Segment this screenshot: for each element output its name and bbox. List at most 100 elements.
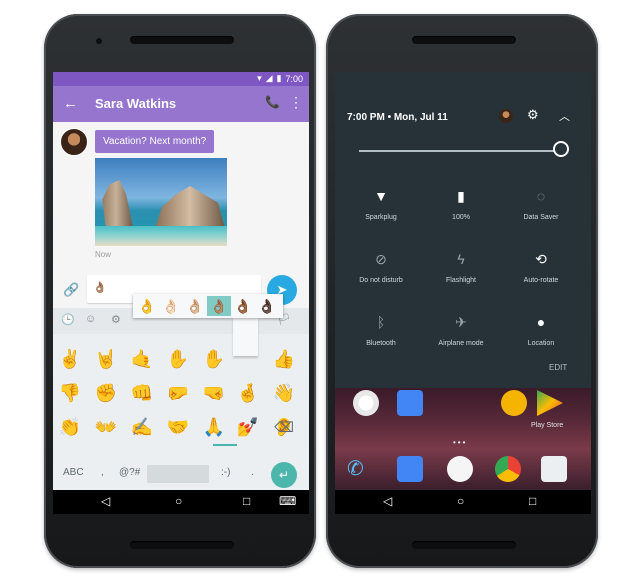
wifi-status-icon: ▾	[257, 73, 262, 83]
tile-label: Data Saver	[523, 214, 559, 221]
camera-app-icon[interactable]	[541, 456, 567, 482]
emoji-key[interactable]: 🤙	[127, 344, 157, 374]
emoji-key[interactable]: 🤛	[163, 378, 193, 408]
messages-app-icon[interactable]	[397, 456, 423, 482]
top-speaker	[412, 36, 516, 44]
emoji-row: ✌ 🤘 🤙 ✋ ✋ 👍	[53, 344, 309, 378]
bottom-speaker	[412, 541, 516, 549]
more-options-icon[interactable]: ⋮	[289, 94, 303, 111]
left-screen: ▾ ◢ ▮ 7:00 ← Sara Watkins 📞 ⋮ Vacation? …	[53, 72, 309, 514]
tile-location[interactable]: ● Location	[501, 314, 581, 364]
space-bar[interactable]	[147, 465, 209, 483]
emoji-key[interactable]: ✋	[199, 344, 229, 374]
emoji-key[interactable]: 🙏	[199, 412, 229, 442]
brightness-knob[interactable]	[553, 141, 569, 157]
emoji-row: 👎 ✊ 👊 🤛 🤜 🤞 👋	[53, 378, 309, 412]
skin-tone-option[interactable]: 👌🏻	[159, 296, 183, 316]
home-nav-icon[interactable]: ○	[175, 494, 182, 508]
emoji-key[interactable]: 🤝	[163, 412, 193, 442]
emoji-key[interactable]: 👋	[269, 378, 299, 408]
emoji-key[interactable]: 👊	[127, 378, 157, 408]
emoji-key[interactable]: ✋	[163, 344, 193, 374]
back-nav-icon[interactable]: ◁	[383, 494, 392, 508]
tile-label: Bluetooth	[366, 340, 396, 347]
emoji-key[interactable]: 🤘	[91, 344, 121, 374]
app-drawer-icon[interactable]	[447, 456, 473, 482]
rock-right	[155, 186, 225, 228]
recents-nav-icon[interactable]: □	[243, 494, 250, 508]
battery-icon: ▮	[457, 188, 465, 204]
emoji-key[interactable]: ✊	[91, 378, 121, 408]
play-store-label: Play Store	[531, 422, 564, 429]
phone-app-icon[interactable]: ✆	[347, 456, 373, 482]
emoji-key[interactable]: 👏	[55, 412, 85, 442]
emoji-key[interactable]: ✍	[127, 412, 157, 442]
symbols-key[interactable]: @?#	[119, 467, 140, 478]
battery-status-icon: ▮	[276, 73, 282, 83]
smileys-category-icon[interactable]: ☺	[85, 313, 96, 325]
chat-area: Vacation? Next month? Now	[53, 122, 309, 272]
skin-tone-option[interactable]: 👌🏼	[183, 296, 207, 316]
edit-button[interactable]: EDIT	[549, 363, 567, 372]
avatar[interactable]	[60, 128, 88, 156]
tile-label: Airplane mode	[438, 340, 484, 347]
gear-icon[interactable]: ⚙	[527, 107, 539, 123]
tile-dnd[interactable]: ⊘ Do not disturb	[341, 251, 421, 301]
status-time: 7:00	[285, 73, 303, 84]
chevron-up-icon[interactable]: ︿	[559, 108, 570, 124]
google-app-icon[interactable]	[353, 390, 379, 416]
tile-battery[interactable]: ▮ 100%	[421, 188, 501, 238]
page-indicator: •••	[453, 438, 468, 447]
bottom-speaker	[130, 541, 234, 549]
emoji-key[interactable]: 👐	[91, 412, 121, 442]
skin-tone-option-selected[interactable]: 👌🏽	[207, 296, 231, 316]
navigation-bar: ◁ ○ □ ⌨	[53, 490, 309, 514]
chrome-app-icon[interactable]	[495, 456, 521, 482]
shared-photo[interactable]	[95, 158, 227, 246]
backspace-icon[interactable]: ⌫	[269, 412, 299, 442]
tile-autorotate[interactable]: ⟲ Auto-rotate	[501, 251, 581, 301]
keyboard-switch-icon[interactable]: ⌨	[279, 494, 296, 508]
emoji-key[interactable]: 👎	[55, 378, 85, 408]
user-avatar[interactable]	[499, 109, 513, 123]
recents-nav-icon[interactable]: □	[529, 494, 536, 508]
tile-label: Location	[527, 340, 555, 347]
clock-app-icon[interactable]	[501, 390, 527, 416]
airplane-icon: ✈	[455, 314, 467, 330]
docs-app-icon[interactable]	[397, 390, 423, 416]
play-store-icon[interactable]	[537, 390, 563, 416]
tile-data-saver[interactable]: ◌ Data Saver	[501, 188, 581, 238]
tile-flashlight[interactable]: ϟ Flashlight	[421, 251, 501, 301]
phone-call-icon[interactable]: 📞	[265, 95, 280, 109]
emoji-key[interactable]: 👍	[269, 344, 299, 374]
smiley-key[interactable]: :-)	[221, 467, 230, 478]
top-speaker	[130, 36, 234, 44]
brightness-slider[interactable]	[359, 150, 559, 152]
tile-bluetooth[interactable]: ᛒ Bluetooth	[341, 314, 421, 364]
emoji-key[interactable]: 🤜	[199, 378, 229, 408]
left-phone: ▾ ◢ ▮ 7:00 ← Sara Watkins 📞 ⋮ Vacation? …	[44, 14, 316, 568]
enter-button[interactable]: ↵	[271, 462, 297, 488]
back-nav-icon[interactable]: ◁	[101, 494, 110, 508]
tile-wifi[interactable]: ▼ Sparkplug	[341, 188, 421, 238]
comma-key[interactable]: ,	[101, 467, 104, 478]
skin-tone-option[interactable]: 👌🏿	[255, 296, 279, 316]
skin-tone-option[interactable]: 👌	[135, 296, 159, 316]
home-nav-icon[interactable]: ○	[457, 494, 464, 508]
tile-label: Sparkplug	[365, 214, 397, 221]
emoji-key[interactable]: ✌	[55, 344, 85, 374]
attach-icon[interactable]: 🔗	[63, 282, 79, 298]
objects-category-icon[interactable]: ⚙	[111, 313, 121, 326]
emoji-key[interactable]: 💅	[233, 412, 263, 442]
bluetooth-icon: ᛒ	[376, 314, 386, 330]
recent-category-icon[interactable]: 🕒	[61, 313, 75, 326]
back-arrow-icon[interactable]: ←	[63, 95, 78, 112]
front-camera	[96, 38, 102, 44]
quick-settings-panel: 7:00 PM • Mon, Jul 11 ⚙ ︿ ▼ Sparkplug ▮ …	[335, 72, 591, 388]
tile-airplane[interactable]: ✈ Airplane mode	[421, 314, 501, 364]
flashlight-icon: ϟ	[457, 251, 465, 267]
period-key[interactable]: .	[251, 467, 254, 478]
abc-key[interactable]: ABC	[63, 467, 84, 478]
skin-tone-option[interactable]: 👌🏾	[231, 296, 255, 316]
emoji-key[interactable]: 🤞	[233, 378, 263, 408]
